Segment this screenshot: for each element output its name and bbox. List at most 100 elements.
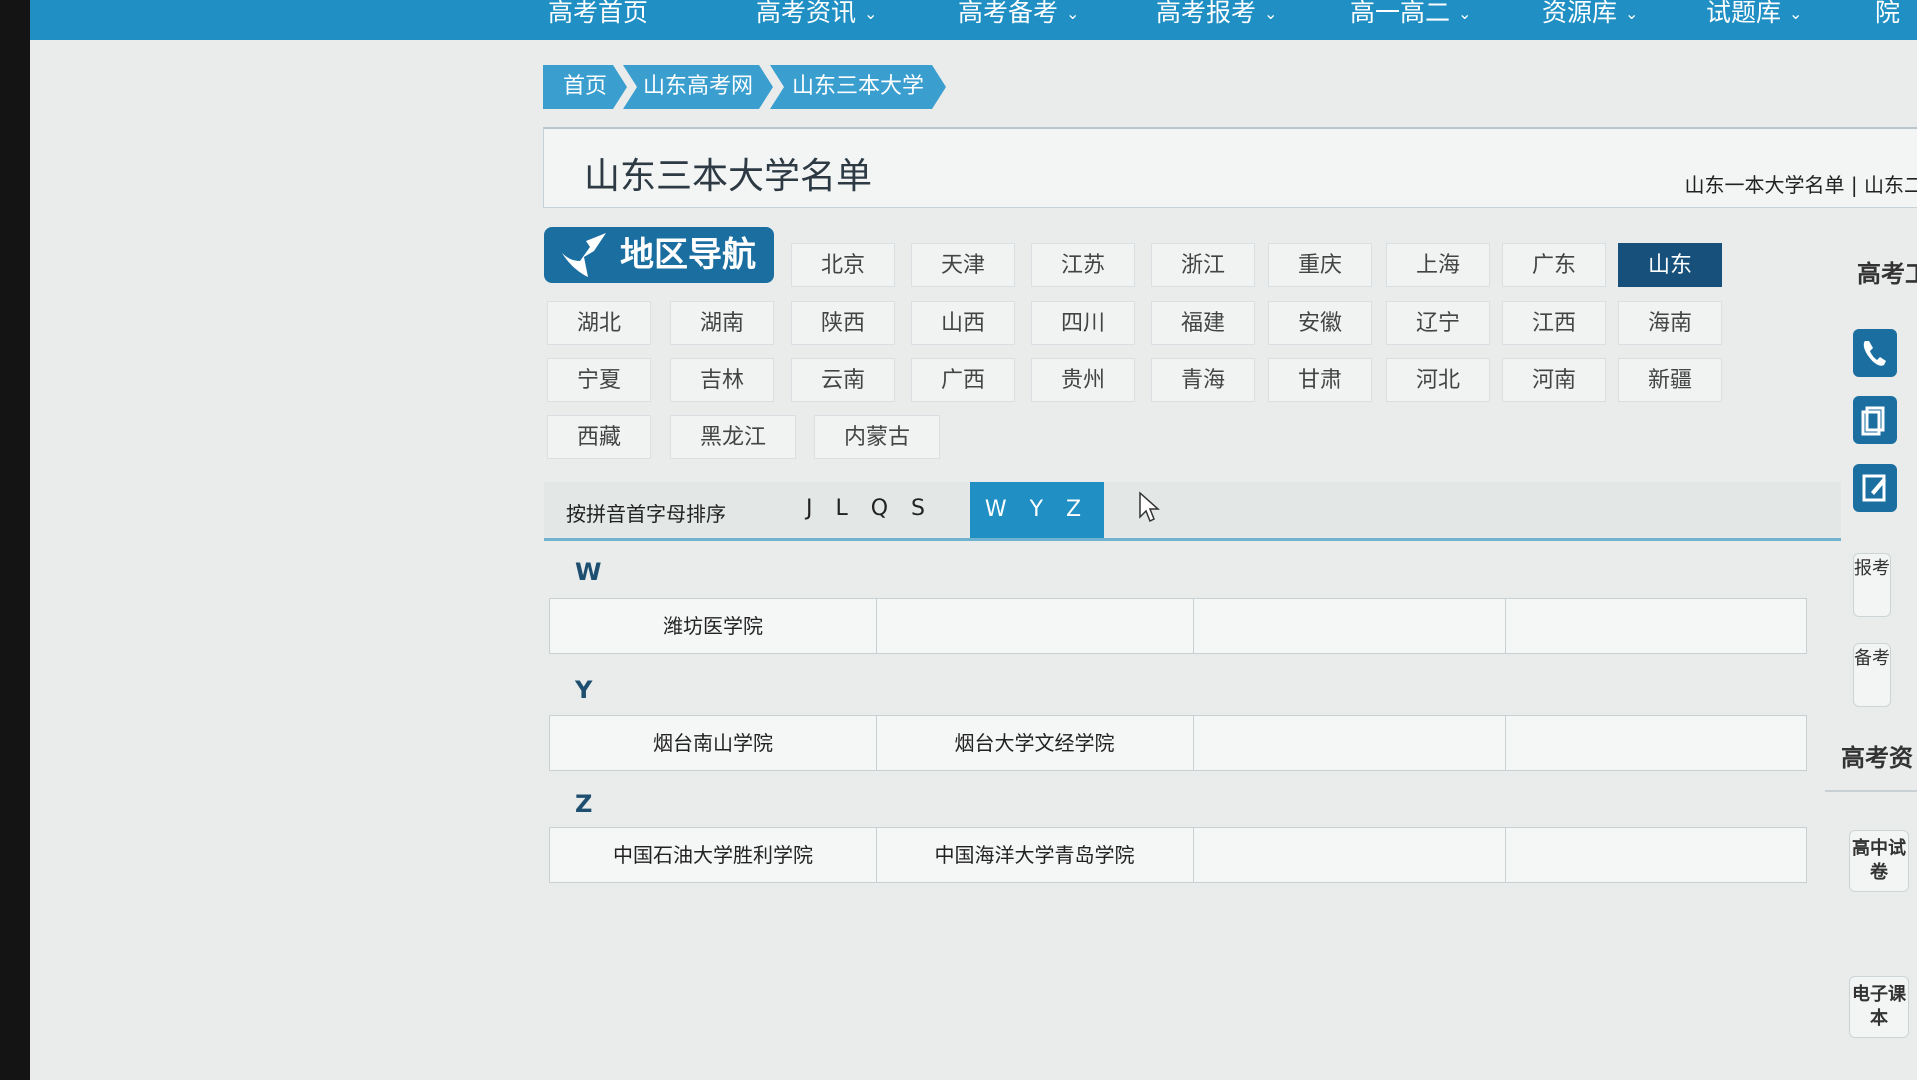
nav-item-label: 高考备考 [958,0,1059,27]
chevron-down-icon: ⌄ [1458,4,1472,23]
nav-item-label: 高考报考 [1156,0,1257,27]
empty-cell [876,599,1194,653]
sidebar-icon-document[interactable] [1853,396,1897,444]
nav-item-4[interactable]: 高一高二 ⌄ [1350,0,1471,30]
sidebar-divider [1825,790,1917,792]
sidebar-title-tools: 高考工 [1857,260,1917,288]
region-button[interactable]: 天津 [911,243,1015,287]
document-icon [1861,406,1885,436]
tab-jlqs[interactable]: J L Q S [806,496,933,521]
page-title: 山东三本大学名单 [584,156,873,197]
edit-icon [1862,474,1886,502]
region-button[interactable]: 重庆 [1268,243,1372,287]
breadcrumb-shandong-gaokao-label: 山东高考网 [642,74,753,99]
region-button[interactable]: 上海 [1386,243,1490,287]
sidebar-icon-edit[interactable] [1853,464,1897,512]
nav-item-5[interactable]: 资源库 ⌄ [1542,0,1638,30]
region-button[interactable]: 新疆 [1618,358,1722,402]
letter-heading: Z [575,790,593,818]
region-button[interactable]: 宁夏 [547,358,651,402]
nav-item-label: 高考资讯 [756,0,857,27]
chevron-down-icon: ⌄ [1066,4,1080,23]
university-row: 烟台南山学院 烟台大学文经学院 [549,715,1807,771]
region-button[interactable]: 湖南 [670,301,774,345]
sort-label: 按拼音首字母排序 [566,502,726,526]
region-nav-label: 地区导航 [544,227,774,283]
region-button[interactable]: 云南 [791,358,895,402]
arrow-swoosh-icon [562,233,606,277]
tab-wyz[interactable]: W Y Z [970,482,1104,538]
region-button[interactable]: 安徽 [1268,301,1372,345]
top-nav: 高考首页 高考资讯 ⌄ 高考备考 ⌄ 高考报考 ⌄ 高一高二 ⌄ 资源库 ⌄ 试题库 ⌄ 院 [30,0,1917,40]
nav-item-label: 试题库 [1706,0,1782,27]
university-link[interactable]: 烟台大学文经学院 [876,716,1194,770]
sidebar-title-resources: 高考资 [1841,744,1913,772]
region-button[interactable]: 青海 [1151,358,1255,402]
empty-cell [1193,828,1506,882]
region-button[interactable]: 湖北 [547,301,651,345]
related-links[interactable]: 山东一本大学名单 | 山东二本大 [1685,169,1917,198]
sidebar-card-papers[interactable]: 高中试卷 [1849,830,1909,892]
region-nav-text: 地区导航 [620,235,756,275]
nav-item-1[interactable]: 高考资讯 ⌄ [756,0,877,30]
region-button[interactable]: 西藏 [547,415,651,459]
region-button[interactable]: 广西 [911,358,1015,402]
region-button[interactable]: 陕西 [791,301,895,345]
right-sidebar: 高考工 报考 备考 高考资 高中试卷 电子课本 [1825,230,1917,1080]
university-link[interactable]: 潍坊医学院 [550,599,877,653]
sidebar-card-ebooks[interactable]: 电子课本 [1849,976,1909,1038]
university-row: 中国石油大学胜利学院 中国海洋大学青岛学院 [549,827,1807,883]
nav-item-6[interactable]: 试题库 ⌄ [1706,0,1802,30]
empty-cell [1505,828,1806,882]
region-button[interactable]: 山东 [1618,243,1722,287]
university-link[interactable]: 中国海洋大学青岛学院 [876,828,1194,882]
breadcrumb-home[interactable]: 首页 [543,65,627,109]
region-button[interactable]: 福建 [1151,301,1255,345]
nav-item-0[interactable]: 高考首页 [548,0,648,30]
breadcrumb-current[interactable]: 山东三本大学 [770,65,946,109]
region-button[interactable]: 海南 [1618,301,1722,345]
region-button[interactable]: 广东 [1502,243,1606,287]
nav-item-2[interactable]: 高考备考 ⌄ [958,0,1079,30]
region-button[interactable]: 内蒙古 [814,415,940,459]
region-button[interactable]: 黑龙江 [670,415,796,459]
sidebar-pill-baokao[interactable]: 报考 [1853,553,1891,617]
mouse-cursor-icon [1139,491,1160,523]
region-button[interactable]: 江苏 [1031,243,1135,287]
breadcrumb-shandong-gaokao[interactable]: 山东高考网 [623,65,773,109]
region-button[interactable]: 河北 [1386,358,1490,402]
breadcrumb-home-label: 首页 [562,74,607,99]
region-button[interactable]: 北京 [791,243,895,287]
browser-viewport: 高考首页 高考资讯 ⌄ 高考备考 ⌄ 高考报考 ⌄ 高一高二 ⌄ 资源库 ⌄ 试题库 ⌄ 院 首页 山东高… [30,0,1917,1080]
region-button[interactable]: 四川 [1031,301,1135,345]
letter-heading: Y [575,676,593,704]
region-button[interactable]: 浙江 [1151,243,1255,287]
nav-item-3[interactable]: 高考报考 ⌄ [1156,0,1277,30]
region-button[interactable]: 吉林 [670,358,774,402]
sidebar-icon-phone[interactable] [1853,329,1897,377]
region-button[interactable]: 江西 [1502,301,1606,345]
nav-item-label: 高考首页 [548,0,649,27]
region-button[interactable]: 山西 [911,301,1015,345]
chevron-down-icon: ⌄ [1625,4,1639,23]
region-button[interactable]: 甘肃 [1268,358,1372,402]
empty-cell [1505,599,1806,653]
empty-cell [1193,599,1506,653]
nav-item-label: 院 [1875,0,1901,27]
title-panel: 山东三本大学名单 山东一本大学名单 | 山东二本大 [543,127,1917,208]
university-link[interactable]: 中国石油大学胜利学院 [550,828,877,882]
letter-heading: W [575,558,602,586]
region-button[interactable]: 辽宁 [1386,301,1490,345]
region-button[interactable]: 贵州 [1031,358,1135,402]
sidebar-pill-beikao[interactable]: 备考 [1853,643,1891,707]
region-button[interactable]: 河南 [1502,358,1606,402]
university-link[interactable]: 烟台南山学院 [550,716,877,770]
nav-item-7[interactable]: 院 [1875,0,1900,30]
phone-icon [1863,341,1886,366]
university-row: 潍坊医学院 [549,598,1807,654]
chevron-down-icon: ⌄ [864,4,878,23]
chevron-down-icon: ⌄ [1789,4,1803,23]
chevron-down-icon: ⌄ [1264,4,1278,23]
breadcrumb-current-label: 山东三本大学 [791,74,924,99]
empty-cell [1193,716,1506,770]
